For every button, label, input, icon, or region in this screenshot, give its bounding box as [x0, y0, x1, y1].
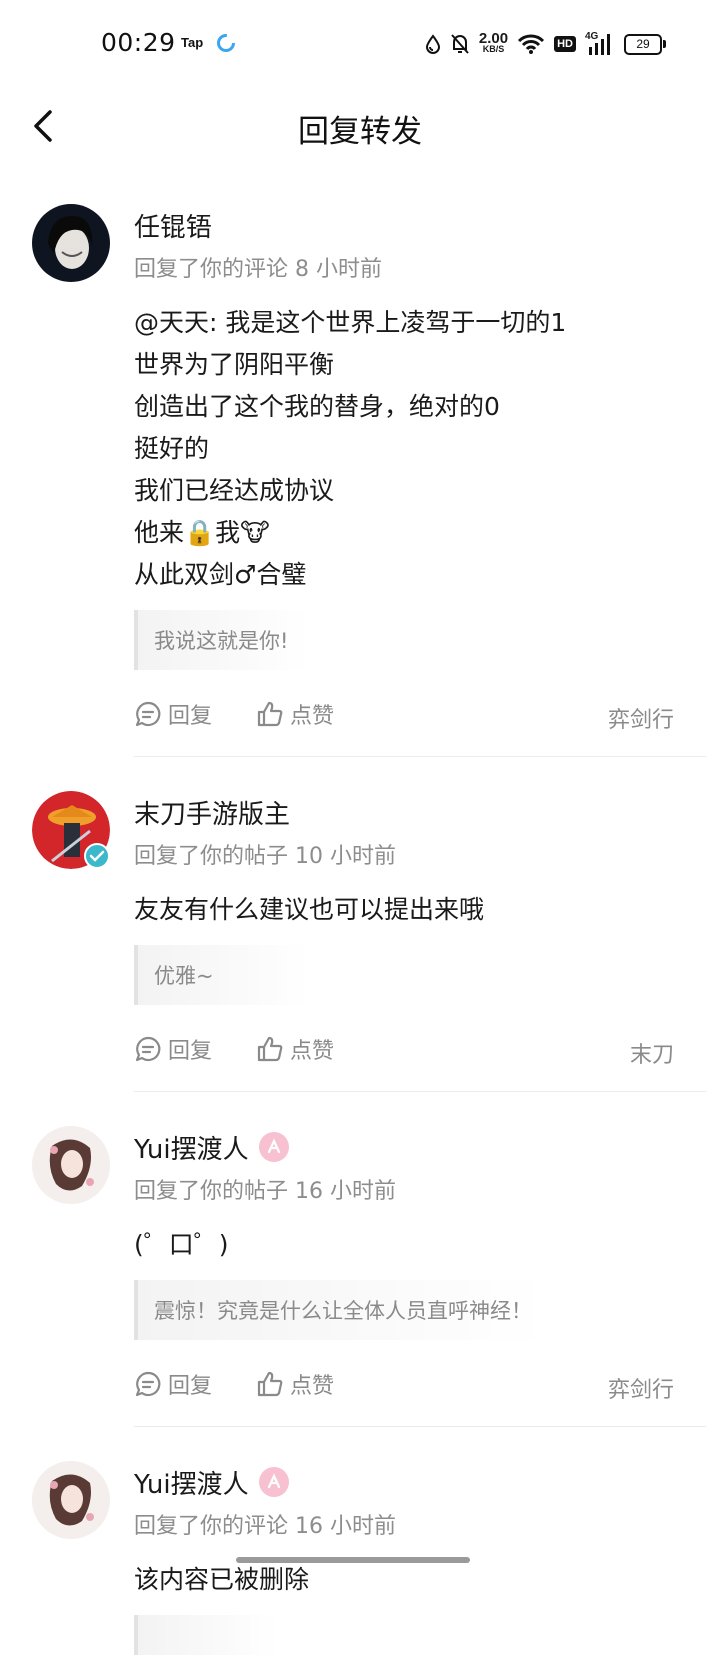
source-channel[interactable]: 弈剑行 [608, 1372, 674, 1404]
content-line: @天天: 我是这个世界上凌驾于一切的1 [134, 308, 567, 337]
page-title: 回复转发 [298, 114, 422, 150]
status-time: 00:29 [101, 28, 176, 57]
thumbs-up-icon [257, 1036, 283, 1062]
list-item[interactable]: 末刀手游版主 回复了你的帖子 10 小时前 友友有什么建议也可以提出来哦 优雅~… [0, 787, 720, 1092]
reply-content: (゜口゜) [134, 1230, 229, 1259]
quoted-comment[interactable] [134, 1615, 278, 1655]
comment-icon [135, 1036, 161, 1062]
reply-label: 回复 [168, 704, 213, 729]
action-bar: 回复 点赞 弈剑行 [134, 676, 720, 756]
divider [134, 1426, 706, 1427]
like-label: 点赞 [290, 1039, 335, 1064]
data-saver-icon [425, 34, 440, 54]
comment-icon [135, 1371, 161, 1397]
like-label: 点赞 [290, 1374, 335, 1399]
like-button[interactable]: 点赞 [256, 698, 334, 730]
reply-button[interactable]: 回复 [134, 698, 212, 730]
reply-label: 回复 [168, 1039, 213, 1064]
verified-icon [84, 843, 110, 869]
source-channel[interactable]: 弈剑行 [608, 702, 674, 734]
quoted-comment[interactable]: 优雅~ [134, 945, 310, 1005]
cow-emoji-icon: 🐮 [240, 518, 270, 547]
status-bar: 00:29 Tap 2.00 KB/S HD 4G 29 [0, 0, 720, 88]
reply-meta: 回复了你的评论 8 小时前 [134, 257, 382, 282]
reply-meta: 回复了你的评论 16 小时前 [134, 1514, 396, 1539]
thumbs-up-icon [257, 1371, 283, 1397]
hd-voice-icon: HD [554, 36, 576, 52]
network-speed: 2.00 KB/S [478, 30, 509, 55]
list-item[interactable]: Yui摆渡人 回复了你的帖子 16 小时前 (゜口゜) 震惊！究竟是什么让全体人… [0, 1122, 720, 1427]
action-bar: 回复 点赞 弈剑行 [134, 1346, 720, 1426]
quoted-comment[interactable]: 震惊！究竟是什么让全体人员直呼神经！ [134, 1280, 548, 1340]
user-name[interactable]: Yui摆渡人 [134, 1464, 249, 1501]
content-line: 我们已经达成协议 [134, 476, 335, 505]
reply-label: 回复 [168, 1374, 213, 1399]
level-badge-icon [258, 1132, 289, 1162]
like-label: 点赞 [290, 704, 335, 729]
content-line: 挺好的 [134, 434, 210, 463]
header: 回复转发 [0, 88, 720, 164]
user-name[interactable]: 末刀手游版主 [134, 794, 290, 831]
like-button[interactable]: 点赞 [256, 1368, 334, 1400]
wifi-icon [518, 34, 545, 54]
network-speed-value: 2.00 [478, 30, 509, 47]
bell-muted-icon [451, 34, 469, 54]
network-speed-unit: KB/S [482, 44, 505, 54]
list-item[interactable]: 任锟铻 回复了你的评论 8 小时前 @天天: 我是这个世界上凌驾于一切的1 世界… [0, 200, 720, 757]
avatar[interactable] [32, 1126, 110, 1204]
reply-meta: 回复了你的帖子 16 小时前 [134, 1179, 396, 1204]
reply-content: 该内容已被删除 [134, 1565, 310, 1594]
quoted-comment[interactable]: 我说这就是你! [134, 610, 310, 670]
reply-list: 任锟铻 回复了你的评论 8 小时前 @天天: 我是这个世界上凌驾于一切的1 世界… [0, 200, 720, 1655]
cellular-signal-icon: 4G [585, 31, 615, 57]
lock-emoji-icon: 🔒 [184, 518, 216, 547]
action-bar: 回复 点赞 末刀 [134, 1011, 720, 1091]
level-badge-icon [258, 1467, 289, 1497]
user-name[interactable]: Yui摆渡人 [134, 1129, 249, 1166]
reply-content: @天天: 我是这个世界上凌驾于一切的1 世界为了阴阳平衡 创造出了这个我的替身，… [134, 302, 720, 596]
avatar[interactable] [32, 791, 110, 869]
thumbs-up-icon [257, 701, 283, 727]
content-text: 我 [215, 518, 241, 547]
divider [134, 756, 706, 757]
reply-meta: 回复了你的帖子 10 小时前 [134, 844, 396, 869]
source-channel[interactable]: 末刀 [630, 1037, 674, 1069]
comment-icon [135, 701, 161, 727]
content-line: 世界为了阴阳平衡 [134, 350, 335, 379]
like-button[interactable]: 点赞 [256, 1033, 334, 1065]
avatar[interactable] [32, 1461, 110, 1539]
home-indicator[interactable] [236, 1557, 470, 1563]
battery-icon: 29 [624, 33, 666, 55]
content-line: 创造出了这个我的替身，绝对的0 [134, 392, 500, 421]
list-item[interactable]: Yui摆渡人 回复了你的评论 16 小时前 该内容已被删除 [0, 1457, 720, 1655]
user-name[interactable]: 任锟铻 [134, 207, 212, 244]
battery-level: 29 [636, 37, 650, 51]
reply-button[interactable]: 回复 [134, 1033, 212, 1065]
content-text: 他来 [134, 518, 185, 547]
taptap-notification-icon: Tap [181, 35, 204, 50]
reply-content: 友友有什么建议也可以提出来哦 [134, 895, 485, 924]
avatar[interactable] [32, 204, 110, 282]
status-icons: 2.00 KB/S HD 4G 29 [425, 28, 666, 60]
content-line: 他来🔒我🐮 [134, 512, 690, 554]
reply-button[interactable]: 回复 [134, 1368, 212, 1400]
app-notification-icon [217, 34, 235, 52]
content-line: 从此双剑♂合璧 [134, 560, 307, 589]
divider [134, 1091, 706, 1092]
